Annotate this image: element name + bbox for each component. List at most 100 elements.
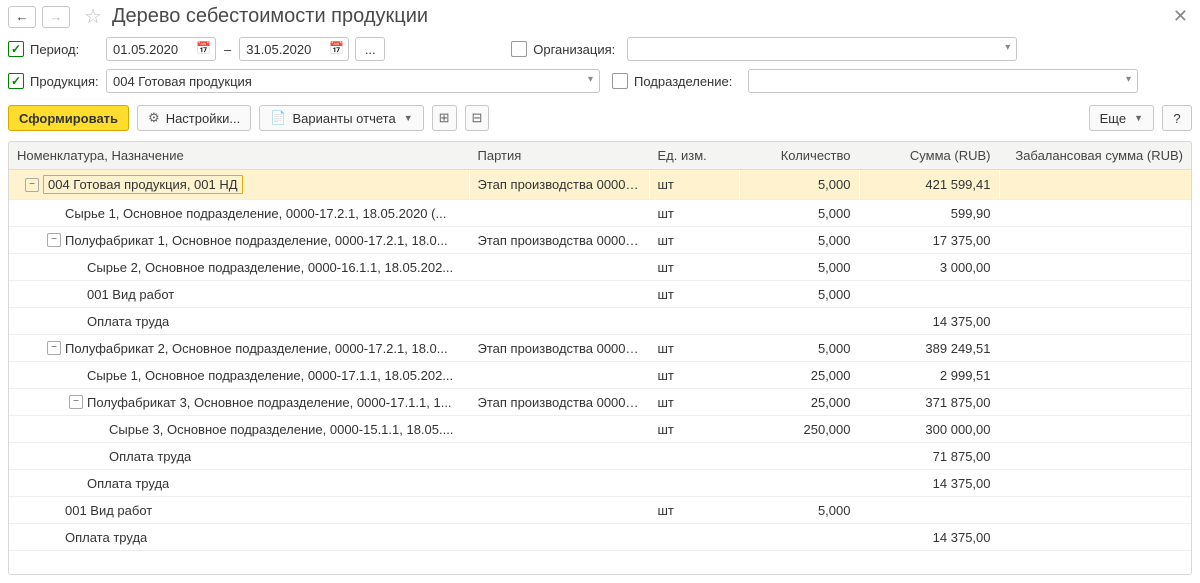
cell-sum: 389 249,51 (859, 335, 999, 362)
table-row[interactable]: 001 Вид работшт5,000 (9, 497, 1191, 524)
nomenclature-text: 001 Вид работ (87, 287, 174, 302)
expand-all-button[interactable]: ⊞ (432, 105, 457, 131)
table-row[interactable]: −Полуфабрикат 2, Основное подразделение,… (9, 335, 1191, 362)
cell-qty (739, 524, 859, 551)
cell-off (999, 524, 1191, 551)
cell-qty: 250,000 (739, 416, 859, 443)
cell-unit: шт (649, 254, 739, 281)
close-icon[interactable]: ✕ (1169, 6, 1192, 27)
report-variants-button[interactable]: 📄 Варианты отчета ▼ (259, 105, 423, 131)
cell-part (469, 470, 649, 497)
col-offbalance[interactable]: Забалансовая сумма (RUB) (999, 142, 1191, 170)
tree-expander[interactable]: − (47, 341, 61, 355)
cell-qty: 5,000 (739, 254, 859, 281)
cell-qty: 5,000 (739, 281, 859, 308)
product-value: 004 Готовая продукция (113, 74, 252, 89)
table-row[interactable]: Сырье 3, Основное подразделение, 0000-15… (9, 416, 1191, 443)
cell-sum: 14 375,00 (859, 470, 999, 497)
date-to-value: 31.05.2020 (246, 42, 311, 57)
collapse-all-button[interactable]: ⊟ (465, 105, 490, 131)
product-select[interactable]: 004 Готовая продукция ▾ (106, 69, 600, 93)
cell-part (469, 281, 649, 308)
cell-qty: 25,000 (739, 389, 859, 416)
tree-expander[interactable]: − (69, 395, 83, 409)
col-sum[interactable]: Сумма (RUB) (859, 142, 999, 170)
organization-checkbox[interactable] (511, 41, 527, 57)
cell-unit: шт (649, 389, 739, 416)
cell-qty (739, 470, 859, 497)
product-checkbox[interactable]: ✓ (8, 73, 24, 89)
table-row[interactable]: Сырье 1, Основное подразделение, 0000-17… (9, 362, 1191, 389)
col-batch[interactable]: Партия (469, 142, 649, 170)
department-select[interactable]: ▾ (748, 69, 1138, 93)
nomenclature-text: Оплата труда (65, 530, 147, 545)
cell-off (999, 254, 1191, 281)
help-button[interactable]: ? (1162, 105, 1192, 131)
organization-select[interactable]: ▾ (627, 37, 1017, 61)
more-menu-button[interactable]: Еще ▼ (1089, 105, 1154, 131)
nomenclature-text: Оплата труда (87, 476, 169, 491)
date-from-input[interactable]: 01.05.2020 📅 (106, 37, 216, 61)
cell-off (999, 497, 1191, 524)
nomenclature-text: 004 Готовая продукция, 001 НД (43, 175, 243, 194)
cell-sum: 71 875,00 (859, 443, 999, 470)
report-table: Номенклатура, Назначение Партия Ед. изм.… (8, 141, 1192, 575)
table-row[interactable]: 001 Вид работшт5,000 (9, 281, 1191, 308)
calendar-icon[interactable]: 📅 (329, 41, 344, 55)
cell-unit: шт (649, 335, 739, 362)
chevron-down-icon: ▾ (1126, 74, 1131, 85)
nomenclature-text: 001 Вид работ (65, 503, 152, 518)
table-row[interactable]: −004 Готовая продукция, 001 НДЭтап произ… (9, 170, 1191, 200)
col-quantity[interactable]: Количество (739, 142, 859, 170)
variants-label: Варианты отчета (292, 111, 395, 126)
period-label: Период: (30, 42, 100, 57)
dots-label: ... (365, 42, 376, 57)
table-row[interactable]: Сырье 1, Основное подразделение, 0000-17… (9, 200, 1191, 227)
cell-sum: 599,90 (859, 200, 999, 227)
cell-qty: 5,000 (739, 170, 859, 200)
period-checkbox[interactable]: ✓ (8, 41, 24, 57)
tree-expander[interactable]: − (47, 233, 61, 247)
product-label: Продукция: (30, 74, 100, 89)
table-row[interactable]: −Полуфабрикат 3, Основное подразделение,… (9, 389, 1191, 416)
calendar-icon[interactable]: 📅 (196, 41, 211, 55)
settings-button[interactable]: ⚙ Настройки... (137, 105, 251, 131)
col-nomenclature[interactable]: Номенклатура, Назначение (9, 142, 469, 170)
cell-part (469, 200, 649, 227)
department-checkbox[interactable] (612, 73, 628, 89)
cell-unit: шт (649, 200, 739, 227)
cell-part: Этап производства 0000-16.... (469, 227, 649, 254)
date-to-input[interactable]: 31.05.2020 📅 (239, 37, 349, 61)
table-row[interactable]: Оплата труда14 375,00 (9, 308, 1191, 335)
table-row[interactable]: Оплата труда71 875,00 (9, 443, 1191, 470)
cell-part (469, 416, 649, 443)
cell-unit: шт (649, 416, 739, 443)
cell-sum: 2 999,51 (859, 362, 999, 389)
cell-off (999, 416, 1191, 443)
table-row[interactable]: Оплата труда14 375,00 (9, 524, 1191, 551)
nomenclature-text: Оплата труда (87, 314, 169, 329)
cell-unit: шт (649, 170, 739, 200)
table-row[interactable]: −Полуфабрикат 1, Основное подразделение,… (9, 227, 1191, 254)
nav-back-button[interactable]: ← (8, 6, 36, 28)
cell-sum: 17 375,00 (859, 227, 999, 254)
chevron-down-icon: ▾ (588, 74, 593, 85)
tree-expander[interactable]: − (25, 178, 39, 192)
favorite-star-icon[interactable]: ☆ (84, 4, 102, 29)
organization-label: Организация: (533, 42, 621, 57)
period-picker-button[interactable]: ... (355, 37, 385, 61)
toolbar: Сформировать ⚙ Настройки... 📄 Варианты о… (0, 101, 1200, 141)
cell-sum: 300 000,00 (859, 416, 999, 443)
more-label: Еще (1100, 111, 1126, 126)
chevron-down-icon: ▼ (404, 113, 413, 123)
cell-unit (649, 443, 739, 470)
col-unit[interactable]: Ед. изм. (649, 142, 739, 170)
generate-button[interactable]: Сформировать (8, 105, 129, 131)
table-row[interactable]: Сырье 2, Основное подразделение, 0000-16… (9, 254, 1191, 281)
cell-unit (649, 308, 739, 335)
nav-forward-button[interactable]: → (42, 6, 70, 28)
cell-off (999, 200, 1191, 227)
cell-sum: 3 000,00 (859, 254, 999, 281)
cell-unit: шт (649, 497, 739, 524)
table-row[interactable]: Оплата труда 14 375,00 (9, 470, 1191, 497)
